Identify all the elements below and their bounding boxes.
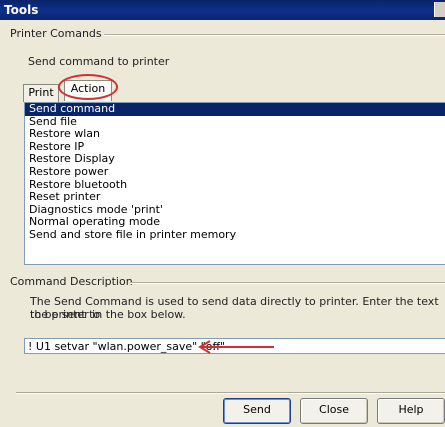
- help-button[interactable]: Help: [377, 398, 445, 424]
- send-command-instruction: Send command to printer: [28, 55, 170, 68]
- window-title: Tools: [4, 3, 39, 17]
- close-button[interactable]: Close: [300, 398, 368, 424]
- action-restore-power[interactable]: Restore power: [25, 165, 445, 179]
- tab-print[interactable]: Print: [23, 84, 59, 102]
- printer-commands-group-label: Printer Comands: [10, 27, 102, 40]
- command-description-group-label: Command Description: [10, 275, 133, 288]
- action-restore-wlan[interactable]: Restore wlan: [25, 128, 445, 141]
- group-divider: [104, 34, 445, 36]
- action-reset-printer[interactable]: Reset printer: [25, 191, 445, 204]
- title-bar[interactable]: Tools: [0, 0, 445, 20]
- button-separator: [16, 392, 445, 394]
- tab-action[interactable]: Action: [64, 80, 112, 101]
- arrow-annotation-icon: [198, 340, 274, 354]
- action-list[interactable]: Send command Send file Restore wlan Rest…: [24, 102, 445, 265]
- tools-window: Tools Printer Comands Send command to pr…: [0, 0, 445, 427]
- command-description-line-2: the printer in the box below.: [30, 308, 186, 321]
- send-button[interactable]: Send: [223, 398, 291, 424]
- close-window-icon[interactable]: [434, 2, 445, 17]
- action-send-and-store-file[interactable]: Send and store file in printer memory: [25, 228, 445, 242]
- group-divider: [130, 282, 445, 284]
- action-send-command[interactable]: Send command: [25, 103, 445, 116]
